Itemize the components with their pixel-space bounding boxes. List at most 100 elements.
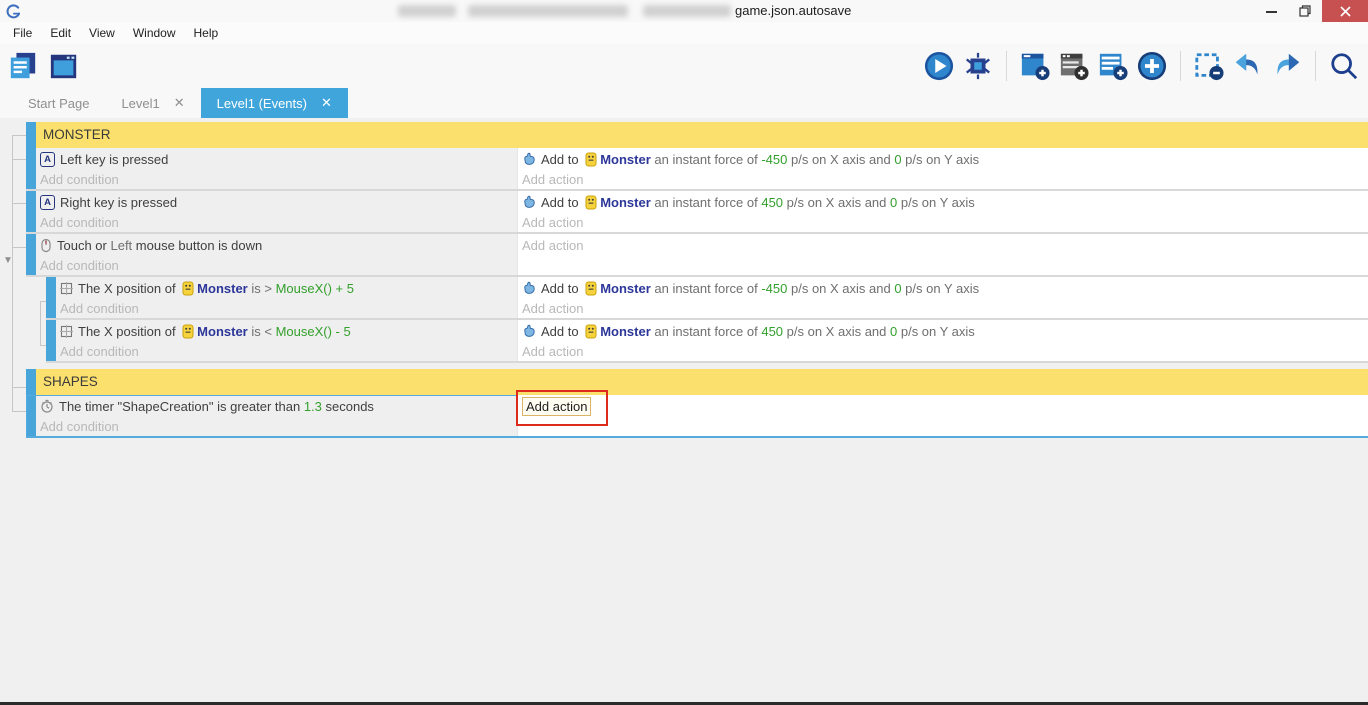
toolbar-button-project-manager[interactable] xyxy=(7,50,39,82)
toolbar-button-add-subevent[interactable] xyxy=(1097,50,1129,82)
menu-item-window[interactable]: Window xyxy=(124,22,185,44)
toolbar-button-remove-selection[interactable] xyxy=(1193,50,1225,82)
text-segment: Add to xyxy=(541,194,583,210)
group-title: MONSTER xyxy=(36,122,1368,148)
add-condition-button[interactable]: Add condition xyxy=(40,212,517,232)
toolbar-button-redo[interactable] xyxy=(1271,50,1303,82)
restore-button[interactable] xyxy=(1288,0,1322,22)
action[interactable]: Add to Monster an instant force of -450 … xyxy=(522,278,1368,298)
redo-icon xyxy=(1272,51,1302,81)
text-segment: > xyxy=(264,280,276,296)
add-condition-button[interactable]: Add condition xyxy=(40,255,517,275)
group-accent-bar xyxy=(26,369,36,395)
conditions-cell[interactable]: A Right key is pressed Add condition xyxy=(36,191,517,232)
action[interactable]: Add to Monster an instant force of 450 p… xyxy=(522,192,1368,212)
text-segment: mouse button is down xyxy=(132,237,263,253)
add-action-button[interactable]: Add action xyxy=(522,169,1368,189)
toolbar-button-add-event[interactable] xyxy=(1019,50,1051,82)
text-segment: p/s on Y axis xyxy=(897,194,975,210)
menu-item-help[interactable]: Help xyxy=(185,22,228,44)
force-hand-icon xyxy=(522,152,536,166)
condition[interactable]: The X position of Monster is > MouseX() … xyxy=(60,278,517,298)
actions-cell[interactable]: Add to Monster an instant force of 450 p… xyxy=(517,191,1368,232)
conditions-cell[interactable]: The X position of Monster is < MouseX() … xyxy=(56,320,517,361)
conditions-cell[interactable]: A Left key is pressed Add condition xyxy=(36,148,517,189)
toolbar-button-add-comment[interactable] xyxy=(1058,50,1090,82)
conditions-cell[interactable]: The X position of Monster is > MouseX() … xyxy=(56,277,517,318)
add-condition-button[interactable]: Add condition xyxy=(40,416,517,436)
text-segment: Monster xyxy=(600,194,651,210)
debugger-icon xyxy=(963,51,993,81)
tree-tick xyxy=(12,135,26,136)
condition[interactable]: The X position of Monster is < MouseX() … xyxy=(60,321,517,341)
text-segment: key is pressed xyxy=(85,151,169,167)
event-row[interactable]: The X position of Monster is < MouseX() … xyxy=(46,320,1368,363)
conditions-cell[interactable]: The timer "ShapeCreation" is greater tha… xyxy=(36,395,517,436)
add-action-button[interactable]: Add action xyxy=(522,212,1368,232)
action[interactable]: Add to Monster an instant force of 450 p… xyxy=(522,321,1368,341)
text-segment: The X position of xyxy=(78,323,180,339)
toolbar-button-play[interactable] xyxy=(923,50,955,82)
menu-item-file[interactable]: File xyxy=(4,22,41,44)
tab-level1[interactable]: Level1 ✕ xyxy=(105,88,200,118)
group-header-shapes[interactable]: SHAPES xyxy=(26,369,1368,395)
monster-sprite-icon xyxy=(585,281,597,296)
add-condition-button[interactable]: Add condition xyxy=(60,298,517,318)
gdevelop-window: game.json.autosave File Edit View Window Hel… xyxy=(0,0,1368,705)
event-row[interactable]: Touch or Left mouse button is down Add co… xyxy=(26,234,1368,277)
condition[interactable]: A Left key is pressed xyxy=(40,149,517,169)
event-row[interactable]: The X position of Monster is > MouseX() … xyxy=(46,277,1368,320)
condition[interactable]: Touch or Left mouse button is down xyxy=(40,235,517,255)
add-action-button[interactable]: Add action xyxy=(522,396,1368,416)
condition[interactable]: The timer "ShapeCreation" is greater tha… xyxy=(40,396,517,416)
toolbar-button-undo[interactable] xyxy=(1232,50,1264,82)
event-row[interactable]: The timer "ShapeCreation" is greater tha… xyxy=(26,390,1368,438)
tab-close-icon[interactable]: ✕ xyxy=(174,95,185,111)
add-action-button[interactable]: Add action xyxy=(522,298,1368,318)
project-manager-icon xyxy=(8,51,38,81)
collapse-arrow-icon[interactable]: ▼ xyxy=(3,256,13,266)
group-header-monster[interactable]: MONSTER xyxy=(26,122,1368,148)
remove-selection-icon xyxy=(1194,51,1224,81)
actions-cell[interactable]: Add to Monster an instant force of -450 … xyxy=(517,148,1368,189)
event-accent-bar xyxy=(26,234,36,275)
add-action-button[interactable]: Add action xyxy=(522,396,592,416)
tab-close-icon[interactable]: ✕ xyxy=(321,95,332,111)
add-action-button[interactable]: Add action xyxy=(522,341,1368,361)
text-segment: Monster xyxy=(197,280,248,296)
minimize-button[interactable] xyxy=(1254,0,1288,22)
toolbar-button-scene-window[interactable] xyxy=(48,50,80,82)
add-condition-button[interactable]: Add condition xyxy=(40,169,517,189)
tree-tick xyxy=(12,159,26,160)
add-condition-button[interactable]: Add condition xyxy=(60,341,517,361)
text-segment: Monster xyxy=(600,151,651,167)
menu-item-view[interactable]: View xyxy=(80,22,124,44)
toolbar-button-search[interactable] xyxy=(1328,50,1360,82)
title-bar: game.json.autosave xyxy=(0,0,1368,23)
actions-cell[interactable]: Add to Monster an instant force of 450 p… xyxy=(517,320,1368,361)
toolbar-separator xyxy=(1006,51,1007,81)
tab-bar: Start Page Level1 ✕ Level1 (Events) ✕ xyxy=(0,88,1368,118)
tab-start-page[interactable]: Start Page xyxy=(12,88,105,118)
toolbar-right xyxy=(923,50,1368,82)
actions-cell[interactable]: Add to Monster an instant force of -450 … xyxy=(517,277,1368,318)
event-row[interactable]: A Left key is pressed Add condition Add to … xyxy=(26,148,1368,191)
menu-item-edit[interactable]: Edit xyxy=(41,22,80,44)
add-action-button[interactable]: Add action xyxy=(522,235,1368,255)
actions-cell[interactable]: Add action xyxy=(517,234,1368,275)
text-segment: Monster xyxy=(600,323,651,339)
action[interactable]: Add to Monster an instant force of -450 … xyxy=(522,149,1368,169)
monster-sprite-icon xyxy=(585,324,597,339)
tab-level1-events[interactable]: Level1 (Events) ✕ xyxy=(200,88,348,118)
actions-cell[interactable]: Add action xyxy=(516,390,1368,436)
timer-icon xyxy=(40,399,54,413)
toolbar-button-debugger[interactable] xyxy=(962,50,994,82)
toolbar-button-add-more[interactable] xyxy=(1136,50,1168,82)
condition[interactable]: A Right key is pressed xyxy=(40,192,517,212)
event-accent-bar xyxy=(26,395,36,436)
event-row[interactable]: A Right key is pressed Add condition Add to… xyxy=(26,191,1368,234)
text-segment: p/s on X axis and xyxy=(787,280,895,296)
close-button[interactable] xyxy=(1322,0,1368,22)
text-segment: is greater than xyxy=(213,398,304,414)
conditions-cell[interactable]: Touch or Left mouse button is down Add co… xyxy=(36,234,517,275)
